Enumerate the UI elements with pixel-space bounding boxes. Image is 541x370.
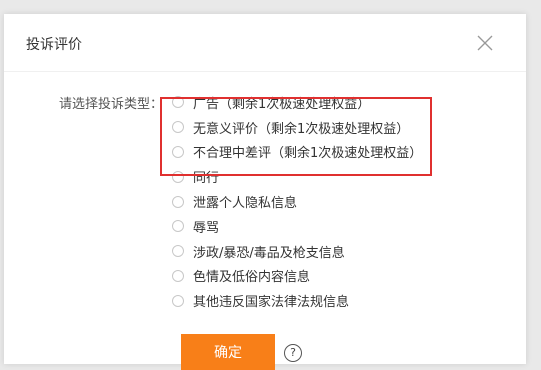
option-label: 无意义评价（剩余1次极速处理权益） [193,121,410,137]
radio-button[interactable] [172,121,184,134]
radio-button[interactable] [172,145,184,158]
option-privacy-leak[interactable]: 泄露个人隐私信息 [169,189,422,214]
radio-button[interactable] [172,294,184,307]
option-meaningless-review[interactable]: 无意义评价（剩余1次极速处理权益） [169,115,422,140]
complaint-type-label: 请选择投诉类型： [59,97,164,112]
radio-button[interactable] [172,96,184,109]
option-pornography[interactable]: 色情及低俗内容信息 [169,264,422,289]
option-label: 辱骂 [193,220,220,236]
dialog-header: 投诉评价 [4,14,526,72]
option-label: 广告（剩余1次极速处理权益） [193,96,371,112]
dialog-title: 投诉评价 [26,37,82,53]
option-illegal-other[interactable]: 其他违反国家法律法规信息 [169,288,422,313]
option-label: 其他违反国家法律法规信息 [193,295,350,311]
option-ad[interactable]: 广告（剩余1次极速处理权益） [169,90,422,115]
option-label: 同行 [193,171,220,187]
option-label: 不合理中差评（剩余1次极速处理权益） [193,146,423,162]
option-competitor[interactable]: 同行 [169,164,422,189]
radio-button[interactable] [172,220,184,233]
radio-button[interactable] [172,269,184,282]
complaint-type-options: 广告（剩余1次极速处理权益） 无意义评价（剩余1次极速处理权益） 不合理中差评（… [169,90,422,313]
option-label: 涉政/暴恐/毒品及枪支信息 [193,245,345,261]
option-label: 泄露个人隐私信息 [193,196,298,212]
option-label: 色情及低俗内容信息 [193,270,311,286]
confirm-button[interactable]: 确定 [181,334,275,370]
radio-button[interactable] [172,195,184,208]
close-icon[interactable] [474,32,496,54]
complaint-dialog: 投诉评价 请选择投诉类型： 广告（剩余1次极速处理权益） 无意义评价（剩余1次极… [4,14,526,370]
help-icon[interactable]: ? [284,344,302,362]
option-abuse[interactable]: 辱骂 [169,214,422,239]
option-political-violence[interactable]: 涉政/暴恐/毒品及枪支信息 [169,239,422,264]
radio-button[interactable] [172,170,184,183]
radio-button[interactable] [172,245,184,258]
option-unreasonable-review[interactable]: 不合理中差评（剩余1次极速处理权益） [169,140,422,165]
